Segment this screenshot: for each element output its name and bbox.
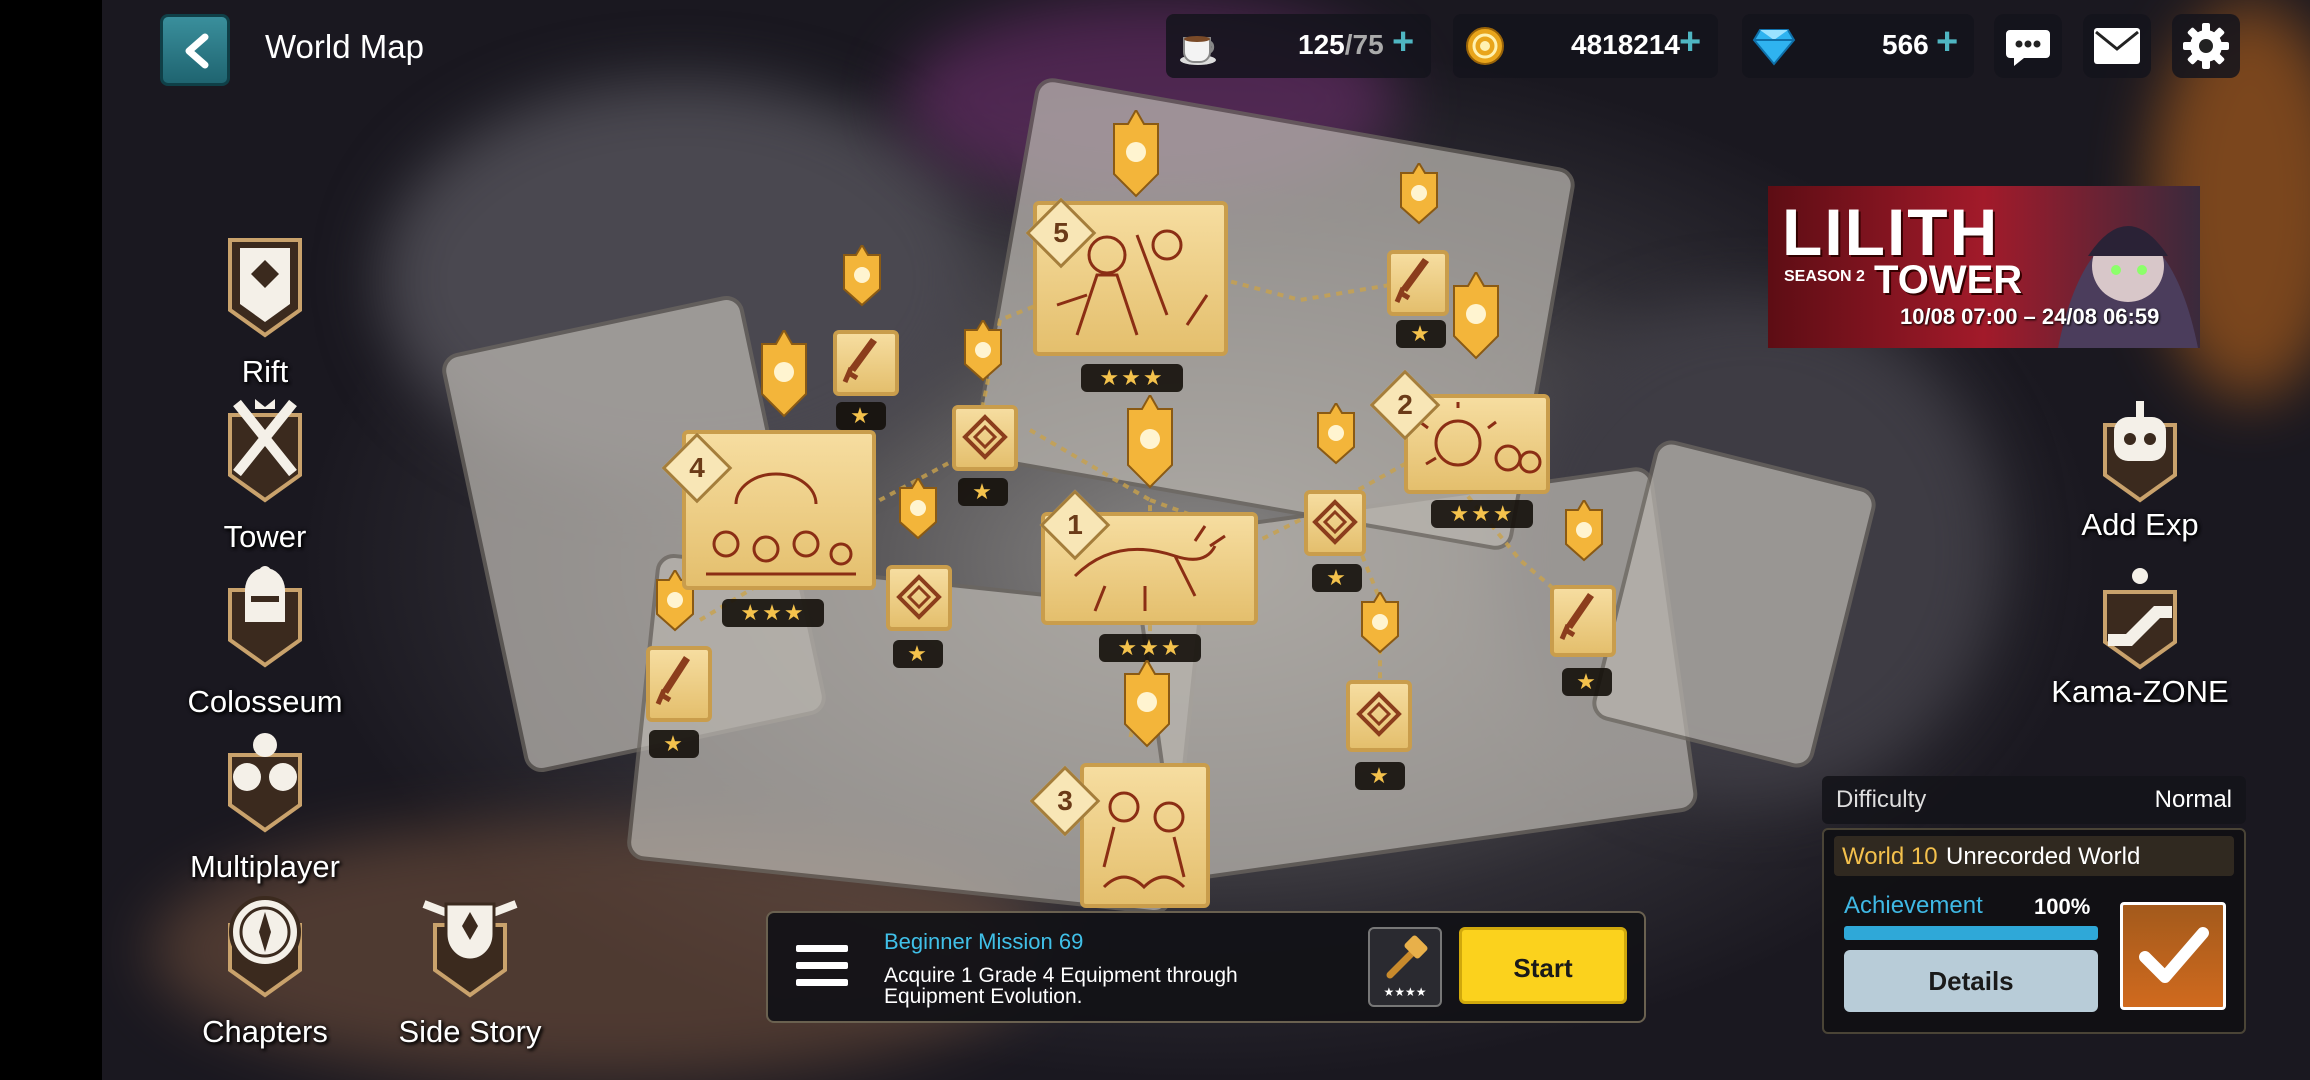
hammer-icon	[1386, 935, 1428, 979]
stage-node-sword[interactable]	[1387, 250, 1449, 316]
sword-icon	[842, 338, 877, 383]
mission-desc-line1: Acquire 1 Grade 4 Equipment through	[884, 964, 1238, 987]
stage-banner[interactable]	[963, 318, 1003, 390]
portal-icon	[962, 414, 1008, 460]
world-name: Unrecorded World	[1946, 843, 2141, 870]
mission-description: Acquire 1 Grade 4 Equipment through Equi…	[884, 965, 1238, 1007]
world-info-panel: World 10 Unrecorded World Achievement 10…	[1822, 828, 2246, 1034]
banner-icon	[761, 327, 807, 418]
kama-zone-label: Kama-ZONE	[2051, 674, 2229, 709]
stage-banner[interactable]	[1316, 401, 1356, 473]
banner-icon	[1453, 269, 1499, 360]
stage-banner[interactable]	[898, 476, 938, 548]
banner-icon	[1124, 657, 1170, 748]
achievement-progress-bar	[1844, 926, 2098, 940]
screen-bezel	[0, 0, 102, 1080]
stage-2-stars: ★★★	[1431, 500, 1533, 528]
mission-desc-line2: Equipment Evolution.	[884, 985, 1083, 1008]
achievement-value: 100%	[2034, 894, 2091, 919]
stage-banner[interactable]	[1564, 498, 1604, 570]
stage-4-stars: ★★★	[722, 599, 824, 627]
stage-stars: ★	[1355, 762, 1405, 790]
stage-number-text: 3	[1057, 785, 1073, 816]
sword-icon	[1559, 593, 1594, 640]
lilith-tower-event-banner[interactable]: LILITH SEASON 2 TOWER 10/08 07:00 – 24/0…	[1768, 186, 2200, 348]
stage-node-sword[interactable]	[833, 330, 899, 396]
banner-icon	[1400, 161, 1438, 225]
stage-node-portal[interactable]	[886, 565, 952, 631]
warriors-illustration	[1102, 791, 1186, 890]
robot-head-icon	[2103, 401, 2177, 503]
stage-node-portal[interactable]	[1304, 490, 1366, 556]
achievement-label: Achievement	[1844, 892, 1983, 919]
stage-1-banner[interactable]	[1126, 392, 1174, 505]
difficulty-label: Difficulty	[1836, 786, 1927, 813]
banner-icon	[1127, 392, 1173, 489]
world-number: World 10	[1842, 843, 1938, 870]
banner-icon	[1113, 107, 1159, 198]
stage-5-banner[interactable]	[1112, 107, 1160, 210]
stage-stars: ★	[649, 730, 699, 758]
promo-title-2: TOWER	[1874, 258, 2023, 302]
checkmark-icon	[2139, 927, 2209, 983]
details-button[interactable]: Details	[1844, 950, 2098, 1012]
kama-zone-button[interactable]: Kama-ZONE	[2040, 562, 2240, 712]
stage-number-text: 1	[1067, 509, 1083, 540]
difficulty-value: Normal	[2154, 786, 2232, 813]
achievement-progress-fill	[1844, 926, 2098, 940]
stage-3-card[interactable]	[1080, 763, 1210, 908]
banner-icon	[964, 318, 1002, 382]
stage-node-sword[interactable]	[646, 646, 712, 722]
banner-icon	[1361, 590, 1399, 654]
banner-icon	[843, 243, 881, 307]
stage-number-text: 4	[689, 452, 705, 483]
stage-banner[interactable]	[1399, 161, 1439, 233]
stage-stars: ★	[1562, 668, 1612, 696]
banner-icon	[899, 476, 937, 540]
stage-5-stars: ★★★	[1081, 364, 1183, 392]
stage-stars: ★	[836, 402, 886, 430]
stage-node-portal[interactable]	[952, 405, 1018, 471]
mission-reward-item[interactable]: ★★★★	[1368, 927, 1442, 1007]
portal-icon	[896, 574, 942, 620]
escalator-icon	[2103, 568, 2177, 670]
stage-node-sword[interactable]	[1550, 585, 1616, 657]
promo-season: SEASON 2	[1784, 268, 1865, 285]
stage-stars: ★	[958, 478, 1008, 506]
difficulty-selector[interactable]: Difficulty Normal	[1822, 776, 2246, 824]
sword-icon	[1394, 258, 1429, 303]
stage-stars: ★	[893, 640, 943, 668]
stage-number-text: 5	[1053, 217, 1069, 248]
stage-banner[interactable]	[1360, 590, 1400, 662]
start-button[interactable]: Start	[1459, 927, 1627, 1004]
stage-node-portal[interactable]	[1346, 680, 1412, 752]
banner-icon	[1565, 498, 1603, 562]
world-header: World 10 Unrecorded World	[1834, 836, 2234, 876]
stage-stars: ★	[1312, 564, 1362, 592]
stage-4-banner[interactable]	[760, 327, 808, 430]
stage-number-text: 2	[1397, 389, 1413, 420]
menu-hamburger-icon[interactable]	[796, 943, 848, 989]
banner-icon	[1317, 401, 1355, 465]
portal-icon	[1356, 691, 1402, 737]
add-exp-label: Add Exp	[2081, 507, 2199, 542]
stage-stars: ★	[1396, 320, 1446, 348]
sword-icon	[655, 656, 690, 705]
stage-3-banner[interactable]	[1123, 657, 1171, 760]
portal-icon	[1312, 499, 1358, 545]
promo-dates: 10/08 07:00 – 24/08 06:59	[1900, 304, 2160, 329]
reward-chest-button[interactable]	[2120, 902, 2226, 1010]
stage-1-stars: ★★★	[1099, 634, 1201, 662]
stage-banner[interactable]	[842, 243, 882, 315]
stage-2-banner[interactable]	[1452, 269, 1500, 372]
mission-title: Beginner Mission 69	[884, 929, 1084, 954]
world-map-screen: World Map 125/75 + 4818214 + 566 + Rift …	[0, 0, 2310, 1080]
reward-stars: ★★★★	[1383, 985, 1427, 999]
add-exp-button[interactable]: Add Exp	[2040, 395, 2240, 545]
